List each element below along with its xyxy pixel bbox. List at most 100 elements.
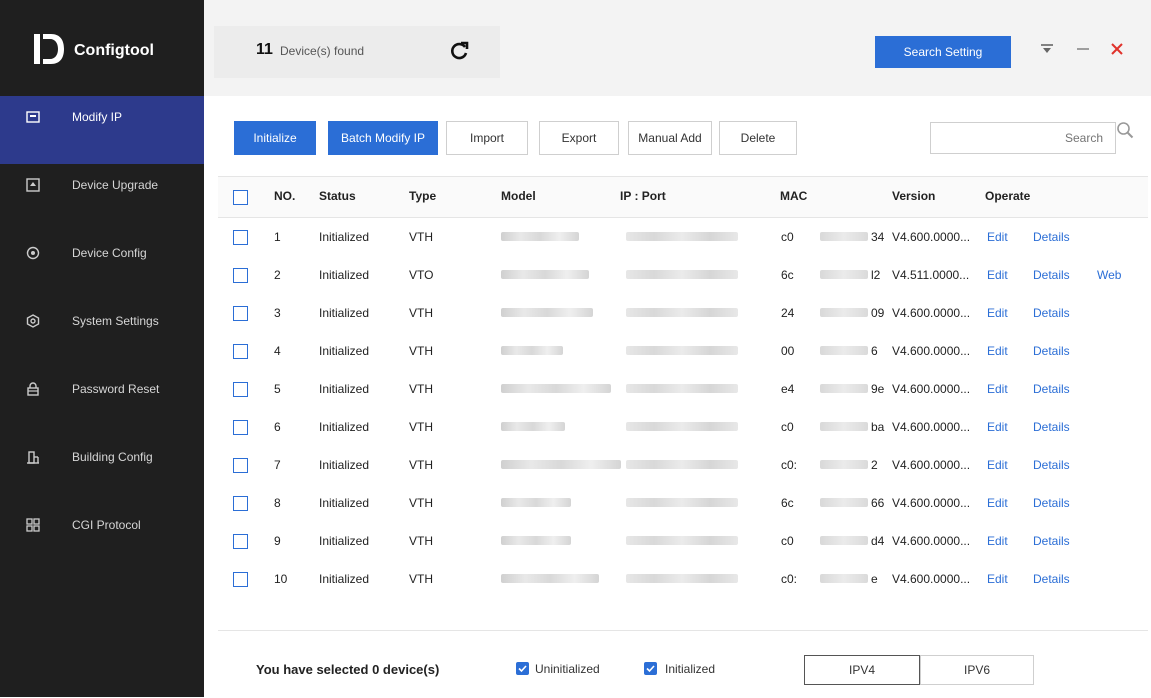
cell-mac-redacted xyxy=(820,270,868,279)
device-count-label: Device(s) found xyxy=(280,44,365,58)
row-checkbox[interactable] xyxy=(233,572,248,587)
sidebar-item-cgi-protocol[interactable]: CGI Protocol xyxy=(0,504,204,572)
system-settings-icon xyxy=(26,314,40,328)
cell-mac-start: 6c xyxy=(781,268,794,282)
batch-modify-ip-button[interactable]: Batch Modify IP xyxy=(328,121,438,155)
cell-ip-redacted xyxy=(626,308,738,317)
uninitialized-checkbox[interactable] xyxy=(516,662,529,675)
sidebar: Configtool Modify IP Device Upgrade Devi… xyxy=(0,0,204,697)
details-link[interactable]: Details xyxy=(1033,306,1070,320)
edit-link[interactable]: Edit xyxy=(987,230,1008,244)
table-row[interactable]: 10 Initialized VTH c0: e V4.600.0000... Edit De… xyxy=(218,558,1148,596)
edit-link[interactable]: Edit xyxy=(987,572,1008,586)
cell-type: VTH xyxy=(409,306,433,320)
cell-mac-redacted xyxy=(820,422,868,431)
sidebar-item-label: Device Config xyxy=(72,246,147,260)
column-header-status: Status xyxy=(319,189,356,203)
details-link[interactable]: Details xyxy=(1033,230,1070,244)
table-row[interactable]: 8 Initialized VTH 6c 66 V4.600.0000... Edit Det… xyxy=(218,482,1148,520)
row-checkbox[interactable] xyxy=(233,306,248,321)
sidebar-item-device-upgrade[interactable]: Device Upgrade xyxy=(0,164,204,232)
sidebar-item-building-config[interactable]: Building Config xyxy=(0,436,204,504)
table-row[interactable]: 5 Initialized VTH e4 9e V4.600.0000... Edit Det… xyxy=(218,368,1148,406)
edit-link[interactable]: Edit xyxy=(987,268,1008,282)
details-link[interactable]: Details xyxy=(1033,534,1070,548)
edit-link[interactable]: Edit xyxy=(987,458,1008,472)
details-link[interactable]: Details xyxy=(1033,420,1070,434)
cell-status: Initialized xyxy=(319,344,370,358)
cell-model-redacted xyxy=(501,422,565,431)
cell-no: 2 xyxy=(274,268,281,282)
sidebar-item-password-reset[interactable]: Password Reset xyxy=(0,368,204,436)
row-checkbox[interactable] xyxy=(233,534,248,549)
cell-no: 3 xyxy=(274,306,281,320)
sidebar-item-device-config[interactable]: Device Config xyxy=(0,232,204,300)
manual-add-button[interactable]: Manual Add xyxy=(628,121,712,155)
edit-link[interactable]: Edit xyxy=(987,420,1008,434)
table-row[interactable]: 6 Initialized VTH c0 ba V4.600.0000... Edit Det… xyxy=(218,406,1148,444)
edit-link[interactable]: Edit xyxy=(987,534,1008,548)
menu-icon[interactable] xyxy=(1038,40,1056,58)
search-setting-button[interactable]: Search Setting xyxy=(875,36,1011,68)
cell-mac-start: 00 xyxy=(781,344,795,358)
cell-type: VTH xyxy=(409,230,433,244)
row-checkbox[interactable] xyxy=(233,420,248,435)
export-button[interactable]: Export xyxy=(539,121,619,155)
import-button[interactable]: Import xyxy=(446,121,528,155)
edit-link[interactable]: Edit xyxy=(987,306,1008,320)
row-checkbox[interactable] xyxy=(233,382,248,397)
ipv4-tab[interactable]: IPV4 xyxy=(804,655,920,685)
refresh-icon[interactable] xyxy=(448,40,470,62)
cell-ip-redacted xyxy=(626,422,738,431)
modify-ip-icon xyxy=(26,111,40,123)
edit-link[interactable]: Edit xyxy=(987,344,1008,358)
details-link[interactable]: Details xyxy=(1033,344,1070,358)
cgi-grid-icon xyxy=(26,518,40,532)
delete-button[interactable]: Delete xyxy=(719,121,797,155)
search-input[interactable] xyxy=(931,123,1115,153)
cell-version: V4.600.0000... xyxy=(892,382,971,396)
row-checkbox[interactable] xyxy=(233,344,248,359)
table-row[interactable]: 3 Initialized VTH 24 09 V4.600.0000... Edit Det… xyxy=(218,292,1148,330)
initialized-checkbox[interactable] xyxy=(644,662,657,675)
column-header-type: Type xyxy=(409,189,437,203)
cell-mac-redacted xyxy=(820,574,868,583)
upgrade-icon xyxy=(26,178,40,192)
details-link[interactable]: Details xyxy=(1033,268,1070,282)
cell-no: 6 xyxy=(274,420,281,434)
minimize-icon[interactable] xyxy=(1074,40,1092,58)
table-row[interactable]: 9 Initialized VTH c0 d4 V4.600.0000... Edit Det… xyxy=(218,520,1148,558)
table-row[interactable]: 2 Initialized VTO 6c l2 V4.511.0000... Edit Det… xyxy=(218,254,1148,292)
check-icon xyxy=(646,665,655,673)
cell-type: VTH xyxy=(409,496,433,510)
details-link[interactable]: Details xyxy=(1033,382,1070,396)
details-link[interactable]: Details xyxy=(1033,458,1070,472)
search-icon[interactable] xyxy=(1116,121,1134,139)
cell-ip-redacted xyxy=(626,498,738,507)
edit-link[interactable]: Edit xyxy=(987,382,1008,396)
row-checkbox[interactable] xyxy=(233,268,248,283)
row-checkbox[interactable] xyxy=(233,230,248,245)
cell-ip-redacted xyxy=(626,346,738,355)
cell-version: V4.600.0000... xyxy=(892,420,971,434)
cell-version: V4.600.0000... xyxy=(892,458,971,472)
table-row[interactable]: 7 Initialized VTH c0: 2 V4.600.0000... Edit Det… xyxy=(218,444,1148,482)
row-checkbox[interactable] xyxy=(233,458,248,473)
row-checkbox[interactable] xyxy=(233,496,248,511)
table-row[interactable]: 4 Initialized VTH 00 6 V4.600.0000... Edit Deta… xyxy=(218,330,1148,368)
cell-version: V4.600.0000... xyxy=(892,534,971,548)
details-link[interactable]: Details xyxy=(1033,572,1070,586)
cell-type: VTH xyxy=(409,572,433,586)
initialize-button[interactable]: Initialize xyxy=(234,121,316,155)
sidebar-item-system-settings[interactable]: System Settings xyxy=(0,300,204,368)
ipv6-tab[interactable]: IPV6 xyxy=(920,655,1034,685)
web-link[interactable]: Web xyxy=(1097,268,1121,282)
sidebar-item-modify-ip[interactable]: Modify IP xyxy=(0,96,204,164)
details-link[interactable]: Details xyxy=(1033,496,1070,510)
cell-mac-redacted xyxy=(820,232,868,241)
cell-model-redacted xyxy=(501,536,571,545)
close-icon[interactable] xyxy=(1108,40,1126,58)
edit-link[interactable]: Edit xyxy=(987,496,1008,510)
select-all-checkbox[interactable] xyxy=(233,190,248,205)
table-row[interactable]: 1 Initialized VTH c0 34 V4.600.0000... Edit Det… xyxy=(218,216,1148,254)
